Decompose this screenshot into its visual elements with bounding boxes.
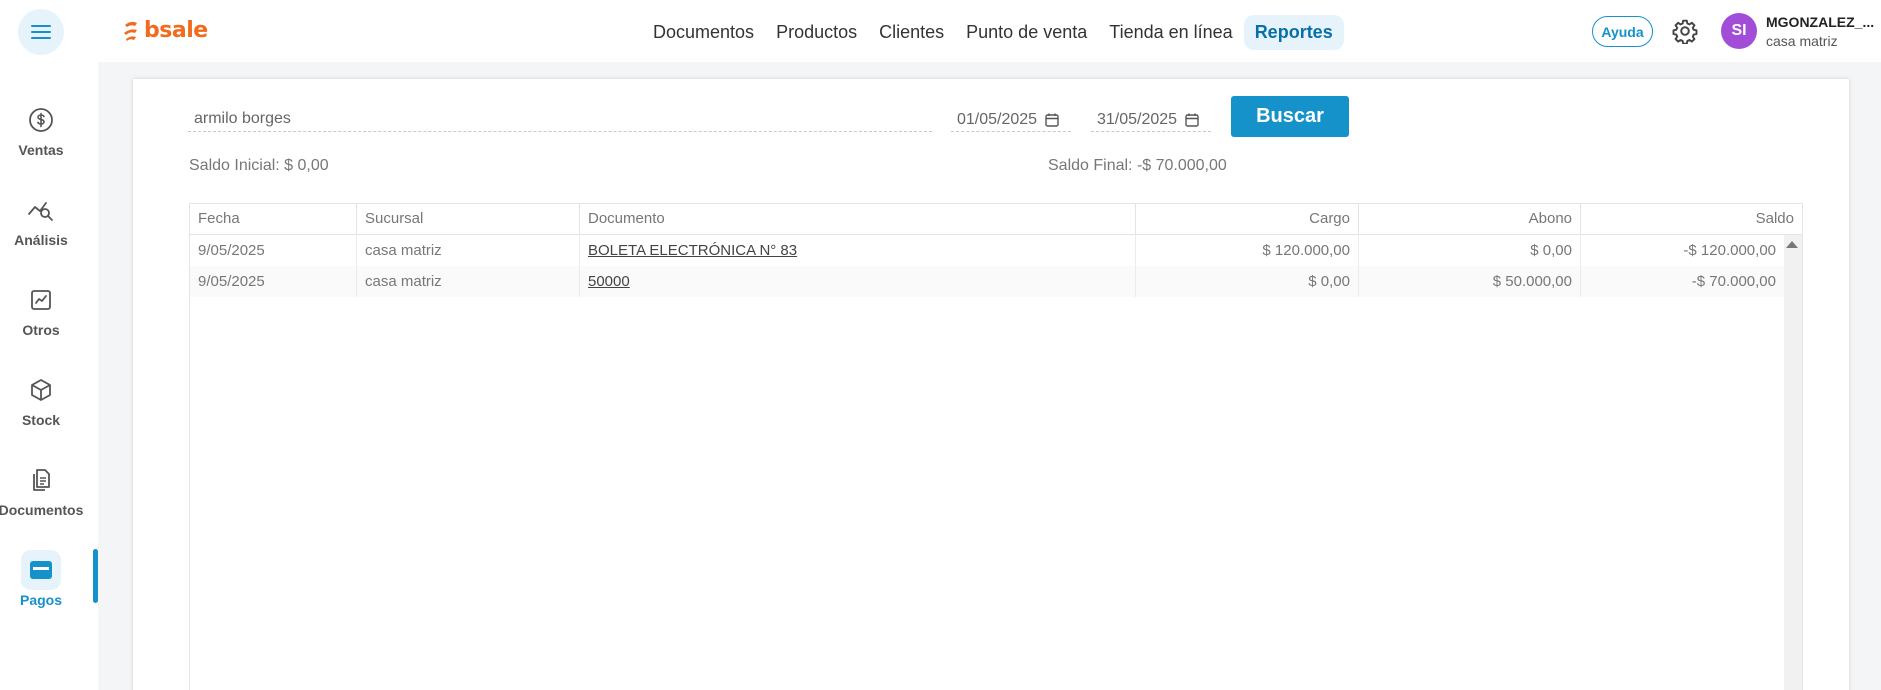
analytics-icon — [28, 202, 53, 221]
cell-abono: $ 0,00 — [1359, 235, 1581, 266]
nav-tienda-en-linea[interactable]: Tienda en línea — [1098, 15, 1243, 50]
column-abono[interactable]: Abono — [1359, 204, 1581, 234]
box-icon — [31, 379, 51, 401]
table-header: Fecha Sucursal Documento Cargo Abono Sal… — [190, 204, 1802, 235]
sidebar-label-otros: Otros — [22, 322, 60, 338]
cell-sucursal: casa matriz — [357, 235, 580, 266]
saldo-final: Saldo Final: -$ 70.000,00 — [1048, 157, 1227, 174]
cell-fecha: 9/05/2025 — [190, 235, 357, 266]
saldo-inicial: Saldo Inicial: $ 0,00 — [189, 157, 329, 174]
cell-cargo: $ 120.000,00 — [1136, 235, 1359, 266]
card-icon — [30, 561, 52, 579]
sidebar-item-analisis[interactable]: Análisis — [0, 190, 82, 248]
sidebar-label-pagos: Pagos — [19, 592, 62, 608]
client-search-input[interactable]: armilo borges — [188, 108, 932, 132]
sidebar-icon-wrap — [21, 460, 61, 500]
logo-text: bsale — [144, 18, 208, 43]
user-name[interactable]: MGONZALEZ_... — [1766, 14, 1874, 30]
hamburger-icon — [31, 25, 51, 39]
nav-productos[interactable]: Productos — [765, 15, 868, 50]
sidebar-label-analisis: Análisis — [14, 232, 68, 248]
nav-reportes[interactable]: Reportes — [1243, 14, 1344, 50]
cell-documento-link[interactable]: BOLETA ELECTRÓNICA N° 83 — [580, 235, 1136, 266]
date-to-value: 31/05/2025 — [1097, 110, 1178, 128]
sidebar-icon-wrap — [21, 280, 61, 320]
sidebar-label-ventas: Ventas — [18, 142, 64, 158]
table-scrollbar[interactable] — [1784, 235, 1802, 690]
sidebar-icon-wrap — [21, 550, 61, 590]
hamburger-menu-button[interactable] — [18, 9, 64, 55]
bsale-logo-icon — [124, 21, 137, 41]
cell-saldo: -$ 120.000,00 — [1683, 242, 1776, 259]
sidebar-item-otros[interactable]: Otros — [0, 280, 82, 338]
avatar[interactable]: SI — [1721, 13, 1757, 49]
cell-sucursal: casa matriz — [357, 266, 580, 297]
nav-clientes[interactable]: Clientes — [868, 15, 955, 50]
sidebar-item-ventas[interactable]: Ventas — [0, 100, 82, 158]
column-documento[interactable]: Documento — [580, 204, 1136, 234]
sidebar-item-pagos[interactable]: Pagos — [0, 550, 82, 608]
column-fecha[interactable]: Fecha — [190, 204, 357, 234]
documents-icon — [33, 469, 50, 491]
cell-saldo: -$ 70.000,00 — [1691, 273, 1776, 290]
nav-punto-de-venta[interactable]: Punto de venta — [955, 15, 1098, 50]
calendar-icon[interactable] — [1185, 113, 1199, 127]
search-button[interactable]: Buscar — [1231, 96, 1349, 137]
sidebar-icon-wrap — [21, 190, 61, 230]
gear-icon[interactable] — [1672, 18, 1698, 44]
table-row: 9/05/2025 casa matriz BOLETA ELECTRÓNICA… — [190, 235, 1784, 266]
sidebar-label-documentos: Documentos — [0, 502, 84, 518]
help-button[interactable]: Ayuda — [1592, 16, 1653, 47]
sidebar-item-stock[interactable]: Stock — [0, 370, 82, 428]
column-sucursal[interactable]: Sucursal — [357, 204, 580, 234]
scroll-up-arrow-icon[interactable] — [1786, 241, 1798, 248]
sidebar-label-stock: Stock — [21, 412, 61, 428]
cell-abono: $ 50.000,00 — [1359, 266, 1581, 297]
bsale-logo[interactable]: bsale — [122, 18, 208, 43]
cell-documento-link[interactable]: 50000 — [580, 266, 1136, 297]
nav-documentos[interactable]: Documentos — [642, 15, 765, 50]
date-from-value: 01/05/2025 — [957, 110, 1038, 128]
top-bar: bsale Documentos Productos Clientes Punt… — [0, 0, 1881, 62]
date-from-field[interactable]: 01/05/2025 — [951, 108, 1071, 132]
dollar-icon — [29, 108, 53, 132]
calendar-icon[interactable] — [1045, 113, 1059, 127]
column-saldo[interactable]: Saldo — [1581, 204, 1802, 234]
column-cargo[interactable]: Cargo — [1136, 204, 1359, 234]
sidebar-icon-wrap — [21, 370, 61, 410]
table-row: 9/05/2025 casa matriz 50000 $ 0,00 $ 50.… — [190, 266, 1784, 297]
sidebar-icon-wrap — [21, 100, 61, 140]
sidebar-item-documentos[interactable]: Documentos — [0, 460, 84, 518]
cell-cargo: $ 0,00 — [1136, 266, 1359, 297]
ledger-table: Fecha Sucursal Documento Cargo Abono Sal… — [189, 203, 1803, 690]
cell-fecha: 9/05/2025 — [190, 266, 357, 297]
date-to-field[interactable]: 31/05/2025 — [1091, 108, 1211, 132]
main-nav: Documentos Productos Clientes Punto de v… — [642, 13, 1344, 51]
user-branch: casa matriz — [1766, 33, 1838, 49]
trend-chart-icon — [31, 290, 51, 310]
sidebar: Ventas Análisis Otros Stock Documentos P… — [0, 62, 98, 690]
